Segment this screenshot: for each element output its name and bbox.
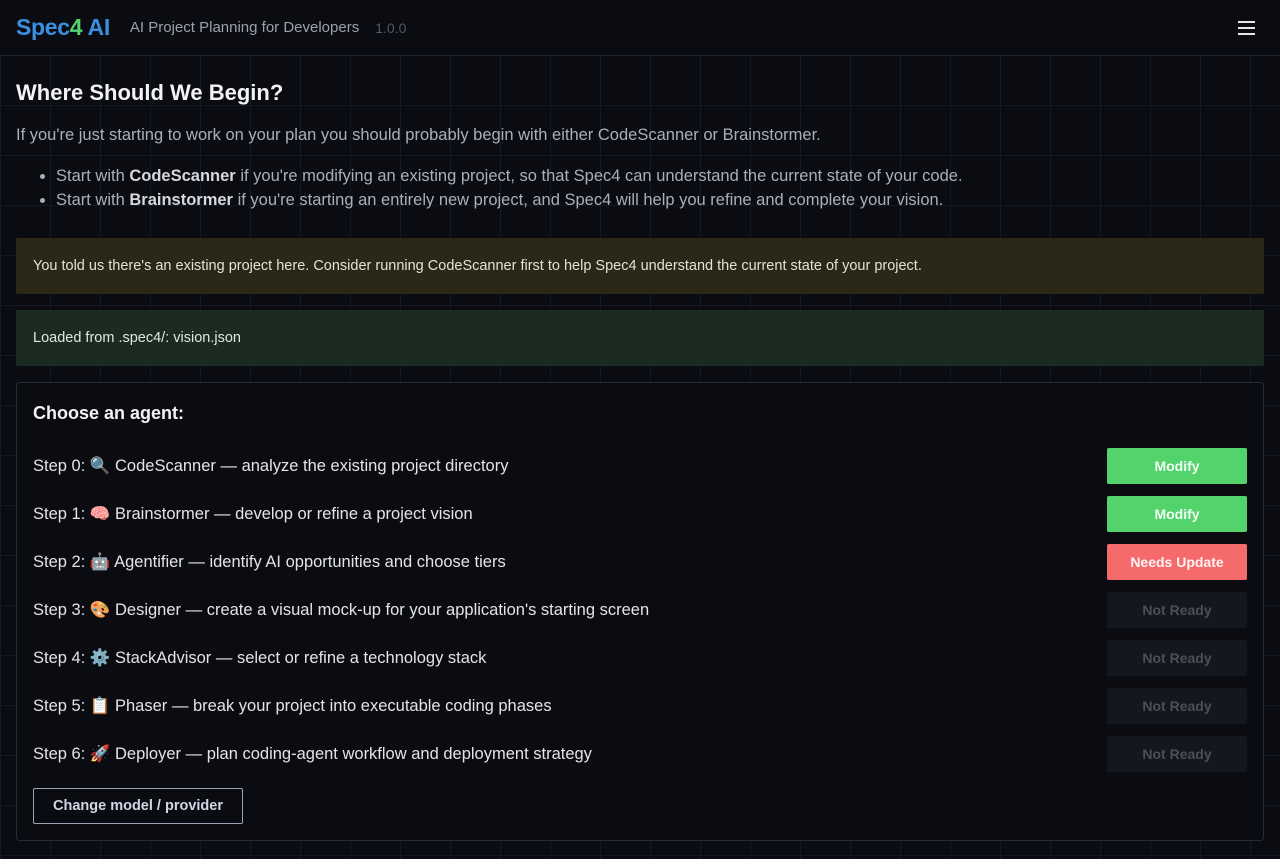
logo-text-spec: Spec (16, 14, 70, 40)
designer-not-ready-button: Not Ready (1107, 592, 1247, 628)
step-row-designer: Step 3: 🎨 Designer — create a visual moc… (33, 586, 1247, 634)
app-header: Spec4 AI AI Project Planning for Develop… (0, 0, 1280, 56)
step-row-phaser: Step 5: 📋 Phaser — break your project in… (33, 682, 1247, 730)
step-label: Step 4: ⚙️ StackAdvisor — select or refi… (33, 648, 487, 667)
step-label: Step 5: 📋 Phaser — break your project in… (33, 696, 552, 715)
tip-brainstormer: Start with Brainstormer if you're starti… (56, 188, 1264, 212)
agentifier-needs-update-button[interactable]: Needs Update (1107, 544, 1247, 580)
deployer-not-ready-button: Not Ready (1107, 736, 1247, 772)
main-content: Where Should We Begin? If you're just st… (0, 56, 1280, 841)
loaded-files-notice: Loaded from .spec4/: vision.json (16, 310, 1264, 366)
tips-list: Start with CodeScanner if you're modifyi… (16, 164, 1264, 212)
step-row-brainstormer: Step 1: 🧠 Brainstormer — develop or refi… (33, 490, 1247, 538)
step-row-stackadvisor: Step 4: ⚙️ StackAdvisor — select or refi… (33, 634, 1247, 682)
existing-project-warning: You told us there's an existing project … (16, 238, 1264, 294)
stackadvisor-not-ready-button: Not Ready (1107, 640, 1247, 676)
phaser-not-ready-button: Not Ready (1107, 688, 1247, 724)
warning-text: You told us there's an existing project … (33, 258, 922, 274)
app-logo: Spec4 AI (16, 14, 110, 41)
intro-text: If you're just starting to work on your … (16, 126, 821, 144)
logo-text-ai: AI (82, 14, 111, 40)
agent-chooser-panel: Choose an agent: Step 0: 🔍 CodeScanner —… (16, 382, 1264, 841)
app-tagline: AI Project Planning for Developers (129, 19, 360, 36)
app-version: 1.0.0 (375, 19, 407, 36)
step-label: Step 3: 🎨 Designer — create a visual moc… (33, 600, 650, 619)
tip-codescanner: Start with CodeScanner if you're modifyi… (56, 164, 1264, 188)
brainstormer-modify-button[interactable]: Modify (1107, 496, 1247, 532)
change-model-provider-button[interactable]: Change model / provider (33, 788, 243, 824)
loaded-text: Loaded from .spec4/: vision.json (33, 330, 241, 346)
step-row-agentifier: Step 2: 🤖 Agentifier — identify AI oppor… (33, 538, 1247, 586)
agent-chooser-heading: Choose an agent: (33, 403, 185, 423)
hamburger-icon[interactable] (1234, 15, 1260, 41)
step-label: Step 2: 🤖 Agentifier — identify AI oppor… (33, 552, 506, 571)
page-title: Where Should We Begin? (16, 80, 284, 105)
step-label: Step 6: 🚀 Deployer — plan coding-agent w… (33, 744, 592, 763)
step-label: Step 1: 🧠 Brainstormer — develop or refi… (33, 504, 473, 523)
step-row-codescanner: Step 0: 🔍 CodeScanner — analyze the exis… (33, 442, 1247, 490)
codescanner-modify-button[interactable]: Modify (1107, 448, 1247, 484)
step-label: Step 0: 🔍 CodeScanner — analyze the exis… (33, 456, 509, 475)
step-row-deployer: Step 6: 🚀 Deployer — plan coding-agent w… (33, 730, 1247, 778)
logo-text-4: 4 (69, 14, 83, 40)
